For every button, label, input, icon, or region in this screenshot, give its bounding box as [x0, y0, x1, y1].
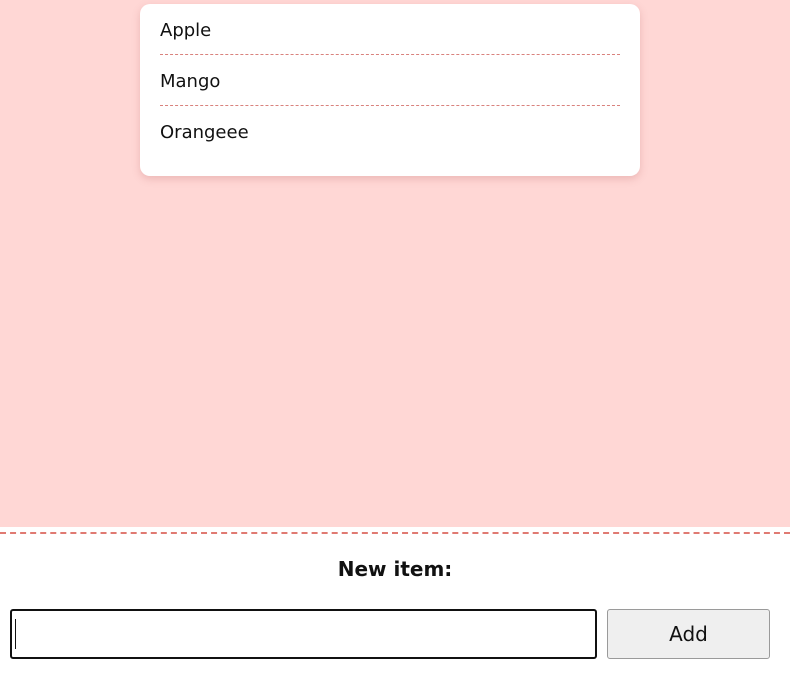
list-area: Apple Mango Orangeee	[0, 0, 790, 527]
section-divider	[0, 532, 790, 534]
item-list-card: Apple Mango Orangeee	[140, 4, 640, 176]
new-item-label: New item:	[337, 557, 453, 581]
list-item[interactable]: Apple	[160, 4, 620, 55]
text-caret	[15, 619, 16, 649]
list-item[interactable]: Mango	[160, 55, 620, 106]
new-item-form: New item: Add	[0, 535, 790, 679]
list-item[interactable]: Orangeee	[160, 106, 620, 157]
add-button[interactable]: Add	[607, 609, 770, 659]
new-item-input[interactable]	[10, 609, 597, 659]
